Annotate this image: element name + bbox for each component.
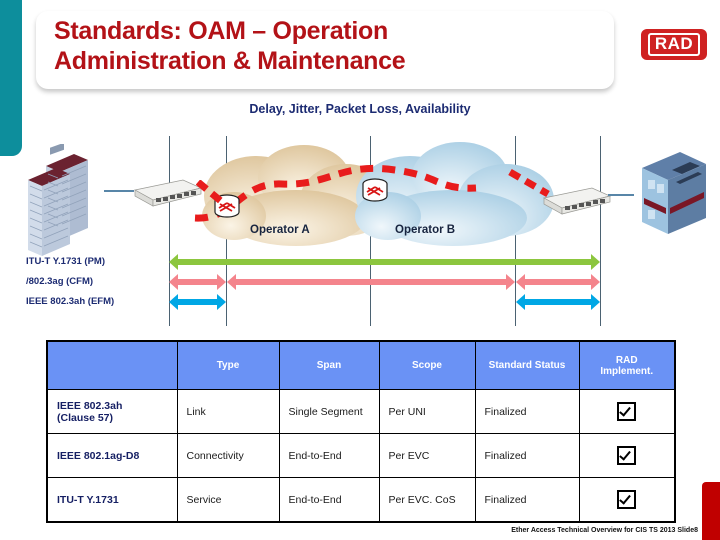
- arrow-bar: [524, 279, 592, 285]
- cell-span: Single Segment: [278, 389, 380, 434]
- customer-building-left: [22, 142, 110, 269]
- arrowhead-right: [217, 274, 226, 290]
- page-title: Standards: OAM – Operation Administratio…: [54, 17, 406, 75]
- arrow-bar: [177, 279, 218, 285]
- checkbox-checked-icon: [617, 402, 637, 421]
- link-router-switch-right: [508, 168, 550, 198]
- cell-rad-implement: [578, 477, 676, 523]
- link-building-switch-left: [104, 190, 134, 192]
- table-row: IEEE 802.3ah (Clause 57) Link Single Seg…: [46, 389, 676, 434]
- rad-logo-text: RAD: [647, 33, 701, 56]
- standard-label-802-3ag: /802.3ag (CFM): [26, 276, 94, 287]
- cell-type: Connectivity: [176, 433, 280, 478]
- arrow-row-y1731: [0, 254, 720, 270]
- column-header-standard: [46, 340, 178, 390]
- cell-rad-implement: [578, 433, 676, 478]
- customer-building-right: [632, 146, 712, 247]
- standard-label-y1731: ITU-T Y.1731 (PM): [26, 256, 106, 267]
- table-header-row: Type Span Scope Standard Status RAD Impl…: [46, 340, 676, 390]
- rad-logo: RAD: [641, 29, 707, 60]
- standard-label-802-3ah: IEEE 802.3ah (EFM): [26, 296, 115, 307]
- checkbox-checked-icon: [617, 446, 637, 465]
- table-row: ITU-T Y.1731 Service End-to-End Per EVC.…: [46, 477, 676, 523]
- cell-standard: ITU-T Y.1731: [46, 477, 178, 523]
- cell-span: End-to-End: [278, 477, 380, 523]
- cell-scope: Per EVC. CoS: [378, 477, 476, 523]
- column-header-type: Type: [176, 340, 280, 390]
- cell-status: Finalized: [474, 433, 580, 478]
- switch-icon-left: [131, 176, 203, 215]
- arrowhead-right: [591, 294, 600, 310]
- arrow-bar: [235, 279, 507, 285]
- cell-scope: Per EVC: [378, 433, 476, 478]
- cell-scope: Per UNI: [378, 389, 476, 434]
- column-header-span: Span: [278, 340, 380, 390]
- column-header-scope: Scope: [378, 340, 476, 390]
- arrow-bar: [177, 299, 218, 305]
- link-switch-router-left: [196, 180, 225, 205]
- cell-standard: IEEE 802.3ah (Clause 57): [46, 389, 178, 434]
- column-header-rad-implement: RAD Implement.: [578, 340, 676, 390]
- cell-status: Finalized: [474, 389, 580, 434]
- arrow-bar: [177, 259, 592, 265]
- subtitle: Delay, Jitter, Packet Loss, Availability: [249, 102, 471, 116]
- arrowhead-right: [506, 274, 515, 290]
- cell-rad-implement: [578, 389, 676, 434]
- arrowhead-right: [591, 274, 600, 290]
- right-accent-block: [702, 482, 720, 540]
- footer-text: Ether Access Technical Overview for CIS …: [511, 527, 698, 534]
- arrowhead-right: [591, 254, 600, 270]
- router-icon-b: [360, 176, 390, 211]
- arrow-bar: [524, 299, 592, 305]
- table-row: IEEE 802.1ag-D8 Connectivity End-to-End …: [46, 433, 676, 478]
- network-diagram: Operator A Operator B ITU-T Y.1731 (PM) …: [0, 118, 720, 326]
- cell-status: Finalized: [474, 477, 580, 523]
- standards-table: Type Span Scope Standard Status RAD Impl…: [46, 340, 676, 523]
- cell-standard: IEEE 802.1ag-D8: [46, 433, 178, 478]
- arrow-row-802-1ag: [0, 274, 720, 290]
- cell-span: End-to-End: [278, 433, 380, 478]
- column-header-status: Standard Status: [474, 340, 580, 390]
- cell-type: Service: [176, 477, 280, 523]
- link-switch-building-right: [608, 194, 634, 196]
- cell-type: Link: [176, 389, 280, 434]
- arrowhead-right: [217, 294, 226, 310]
- checkbox-checked-icon: [617, 490, 637, 509]
